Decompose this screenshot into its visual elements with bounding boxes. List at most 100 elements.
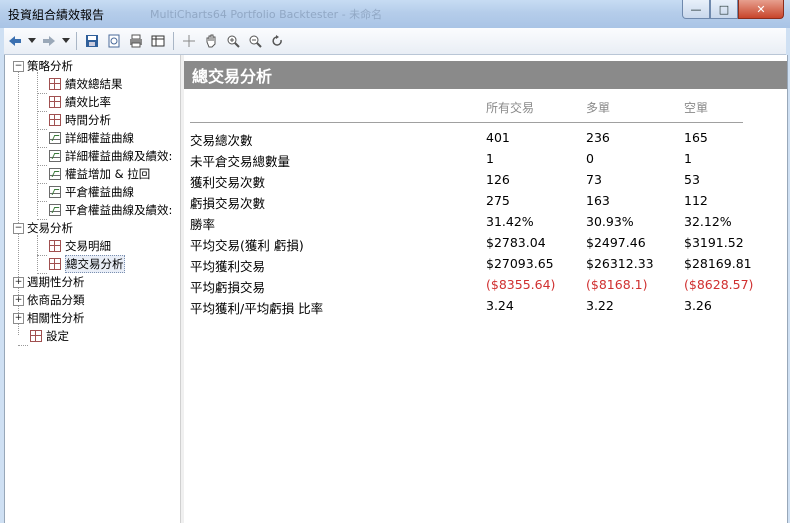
- grid-icon: [30, 330, 42, 342]
- back-button[interactable]: [4, 30, 26, 52]
- value-long: 0: [586, 151, 594, 166]
- dropdown-icon: [62, 38, 70, 43]
- tree-node-label: 交易分析: [27, 221, 73, 235]
- value-short: $28169.81: [684, 256, 752, 271]
- header-divider: [190, 122, 743, 123]
- tree-node-correlation-analysis[interactable]: + 相關性分析: [13, 309, 85, 327]
- tree-node-label: 週期性分析: [27, 275, 85, 289]
- close-icon: ✕: [756, 2, 766, 16]
- forward-icon: [43, 36, 55, 46]
- tree-item-detailed-equity-curve-performance[interactable]: 詳細權益曲線及績效:: [37, 147, 173, 166]
- value-all: 275: [486, 193, 510, 208]
- hand-icon: [206, 34, 216, 48]
- window-title: 投資組合績效報告: [8, 8, 105, 22]
- value-short: $3191.52: [684, 235, 744, 250]
- row-label: 獲利交易次數: [190, 175, 266, 190]
- grid-icon: [49, 96, 61, 108]
- table-view-button[interactable]: [147, 30, 169, 52]
- tree-item-label: 權益增加 & 拉回: [65, 167, 151, 181]
- grid-icon: [49, 240, 61, 252]
- navigation-tree: − 策略分析 績效總結果 績效比率 時間分析 詳細權益曲線 詳細權益曲線及績效:: [5, 55, 180, 523]
- tree-item-closed-equity-curve[interactable]: 平倉權益曲線: [37, 183, 134, 202]
- row-label: 平均交易(獲利 虧損): [190, 238, 304, 253]
- column-header-short: 空單: [684, 101, 709, 115]
- tree-item-closed-equity-curve-performance[interactable]: 平倉權益曲線及績效:: [37, 201, 172, 220]
- collapse-icon[interactable]: −: [13, 60, 24, 72]
- value-short: 53: [684, 172, 700, 187]
- tree-item-label: 詳細權益曲線及績效:: [65, 149, 173, 163]
- crosshair-icon: [183, 35, 195, 47]
- tree-item-settings[interactable]: 設定: [18, 327, 69, 346]
- tree-item-time-analysis[interactable]: 時間分析: [37, 111, 111, 130]
- tree-item-trade-list[interactable]: 交易明細: [37, 237, 111, 256]
- line-chart-icon: [49, 132, 61, 144]
- expand-icon[interactable]: +: [13, 276, 24, 288]
- row-label: 平均虧損交易: [190, 280, 266, 295]
- tree-node-label: 相關性分析: [27, 311, 85, 325]
- table-row: 獲利交易次數 126 73 53: [184, 170, 787, 191]
- tree-item-total-trade-analysis[interactable]: 總交易分析: [37, 255, 125, 274]
- value-all: 3.24: [486, 298, 514, 313]
- minimize-button[interactable]: —: [682, 0, 710, 19]
- value-short: 3.26: [684, 298, 712, 313]
- table-icon: [151, 35, 165, 47]
- minimize-icon: —: [690, 2, 702, 16]
- maximize-button[interactable]: □: [710, 0, 738, 19]
- table-row: 平均交易(獲利 虧損) $2783.04 $2497.46 $3191.52: [184, 233, 787, 254]
- print-preview-button[interactable]: [103, 30, 125, 52]
- print-preview-icon: [108, 34, 120, 48]
- line-chart-icon: [49, 186, 61, 198]
- column-header-long: 多單: [586, 101, 611, 115]
- tree-item-detailed-equity-curve[interactable]: 詳細權益曲線: [37, 129, 134, 148]
- row-label: 勝率: [190, 217, 216, 232]
- back-icon: [9, 36, 21, 46]
- value-all: ($8355.64): [486, 277, 556, 292]
- row-label: 平均獲利/平均虧損 比率: [190, 301, 324, 316]
- value-short: ($8628.57): [684, 277, 754, 292]
- toolbar-separator: [76, 32, 77, 50]
- tree-item-label: 設定: [46, 329, 69, 343]
- expand-icon[interactable]: +: [13, 312, 24, 324]
- toolbar-separator: [173, 32, 174, 50]
- hand-button[interactable]: [200, 30, 222, 52]
- save-icon: [86, 35, 98, 47]
- zoom-in-icon: [227, 35, 240, 48]
- tree-item-performance-summary[interactable]: 績效總結果: [37, 75, 123, 94]
- print-button[interactable]: [125, 30, 147, 52]
- collapse-icon[interactable]: −: [13, 222, 24, 234]
- main-frame: − 策略分析 績效總結果 績效比率 時間分析 詳細權益曲線 詳細權益曲線及績效:: [4, 55, 788, 523]
- table-row: 未平倉交易總數量 1 0 1: [184, 149, 787, 170]
- tree-node-periodical-analysis[interactable]: + 週期性分析: [13, 273, 85, 291]
- table-row: 平均獲利交易 $27093.65 $26312.33 $28169.81: [184, 254, 787, 275]
- tree-node-by-symbol[interactable]: + 依商品分類: [13, 291, 85, 309]
- refresh-icon: [272, 35, 282, 46]
- window-controls: — □ ✕: [682, 0, 784, 19]
- crosshair-button[interactable]: [178, 30, 200, 52]
- zoom-in-button[interactable]: [222, 30, 244, 52]
- table-row: 平均獲利/平均虧損 比率 3.24 3.22 3.26: [184, 296, 787, 317]
- tree-node-trade-analysis[interactable]: − 交易分析: [13, 219, 73, 237]
- table-row: 平均虧損交易 ($8355.64) ($8168.1) ($8628.57): [184, 275, 787, 296]
- tree-item-performance-ratios[interactable]: 績效比率: [37, 93, 111, 112]
- value-long: $2497.46: [586, 235, 646, 250]
- refresh-button[interactable]: [266, 30, 288, 52]
- tree-item-equity-runup-drawdown[interactable]: 權益增加 & 拉回: [37, 165, 151, 184]
- back-dropdown[interactable]: [26, 30, 38, 52]
- value-long: 73: [586, 172, 602, 187]
- value-all: 126: [486, 172, 510, 187]
- expand-icon[interactable]: +: [13, 294, 24, 306]
- row-label: 虧損交易次數: [190, 196, 266, 211]
- save-button[interactable]: [81, 30, 103, 52]
- grid-icon: [49, 114, 61, 126]
- tree-item-label: 交易明細: [65, 239, 111, 253]
- table-row: 勝率 31.42% 30.93% 32.12%: [184, 212, 787, 233]
- zoom-out-button[interactable]: [244, 30, 266, 52]
- dropdown-icon: [28, 38, 36, 43]
- close-button[interactable]: ✕: [738, 0, 784, 19]
- forward-dropdown[interactable]: [60, 30, 72, 52]
- value-short: 1: [684, 151, 692, 166]
- value-all: 1: [486, 151, 494, 166]
- forward-button[interactable]: [38, 30, 60, 52]
- value-all: 31.42%: [486, 214, 534, 229]
- tree-node-strategy-analysis[interactable]: − 策略分析: [13, 57, 73, 75]
